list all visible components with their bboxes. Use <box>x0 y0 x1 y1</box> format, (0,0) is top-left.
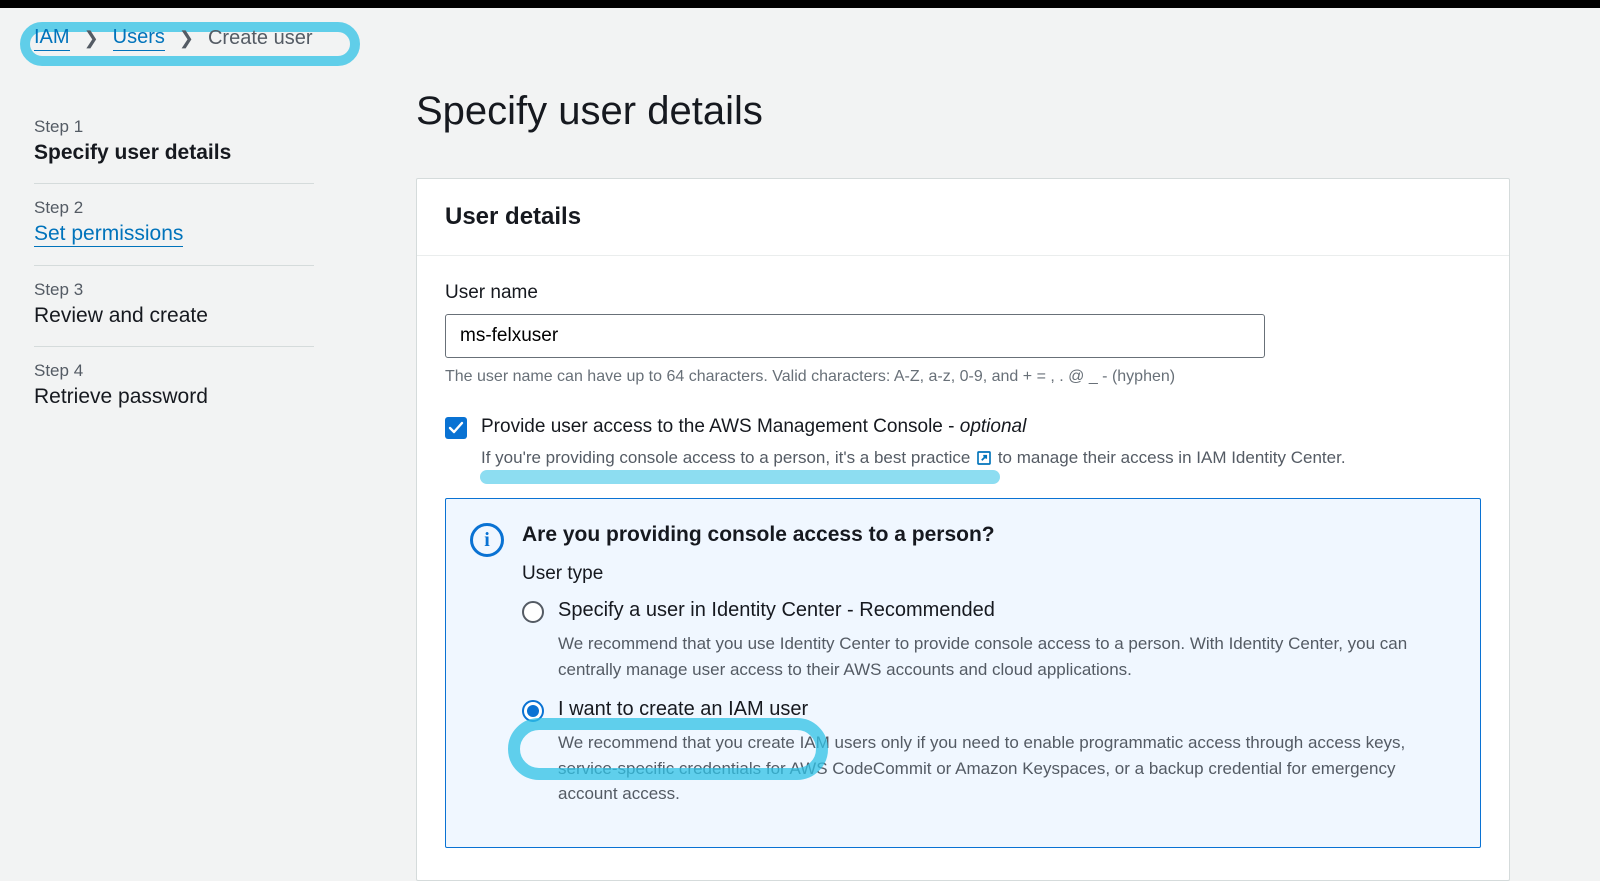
step-title: Review and create <box>34 304 314 328</box>
radio-iam-user[interactable] <box>522 700 544 722</box>
wizard-steps: Step 1 Specify user details Step 2 Set p… <box>0 51 400 427</box>
breadcrumb-users[interactable]: Users <box>113 26 165 51</box>
step-1: Step 1 Specify user details <box>34 103 314 184</box>
step-label: Step 3 <box>34 280 314 300</box>
sub-pre: If you're providing console access to a … <box>481 448 975 467</box>
info-icon: i <box>470 523 504 557</box>
step-3: Step 3 Review and create <box>34 266 314 347</box>
step-label: Step 2 <box>34 198 314 218</box>
chevron-right-icon: ❯ <box>84 28 99 49</box>
external-link-icon[interactable] <box>975 449 993 467</box>
breadcrumb-iam[interactable]: IAM <box>34 26 70 51</box>
step-label: Step 4 <box>34 361 314 381</box>
console-access-checkbox[interactable] <box>445 417 467 439</box>
step-title: Retrieve password <box>34 385 314 409</box>
step-label: Step 1 <box>34 117 314 137</box>
step-title[interactable]: Set permissions <box>34 222 183 247</box>
console-access-sublabel: If you're providing console access to a … <box>481 445 1346 471</box>
breadcrumb: IAM ❯ Users ❯ Create user <box>0 8 1600 51</box>
radio-identity-center-desc: We recommend that you use Identity Cente… <box>558 631 1452 682</box>
user-type-label: User type <box>522 563 1452 585</box>
step-2[interactable]: Step 2 Set permissions <box>34 184 314 266</box>
username-input[interactable] <box>445 314 1265 358</box>
main-content: Specify user details User details User n… <box>400 51 1600 881</box>
chevron-right-icon: ❯ <box>179 28 194 49</box>
info-box: i Are you providing console access to a … <box>445 498 1481 848</box>
step-4: Step 4 Retrieve password <box>34 347 314 427</box>
radio-iam-user-label: I want to create an IAM user <box>558 698 808 721</box>
radio-iam-user-desc: We recommend that you create IAM users o… <box>558 730 1452 807</box>
info-title: Are you providing console access to a pe… <box>522 523 1452 547</box>
username-hint: The user name can have up to 64 characte… <box>445 368 1481 386</box>
sub-post: to manage their access in IAM Identity C… <box>998 448 1346 467</box>
check-icon <box>448 420 464 436</box>
breadcrumb-current: Create user <box>208 27 313 50</box>
panel-header: User details <box>417 179 1509 256</box>
top-bar <box>0 0 1600 8</box>
checkbox-label-text: Provide user access to the AWS Managemen… <box>481 416 960 437</box>
user-details-panel: User details User name The user name can… <box>416 178 1510 881</box>
optional-text: optional <box>960 416 1027 437</box>
radio-identity-center[interactable] <box>522 601 544 623</box>
username-label: User name <box>445 282 1481 304</box>
step-title: Specify user details <box>34 141 314 165</box>
console-access-label: Provide user access to the AWS Managemen… <box>481 414 1346 441</box>
radio-identity-center-label: Specify a user in Identity Center - Reco… <box>558 599 995 622</box>
page-title: Specify user details <box>416 89 1510 134</box>
